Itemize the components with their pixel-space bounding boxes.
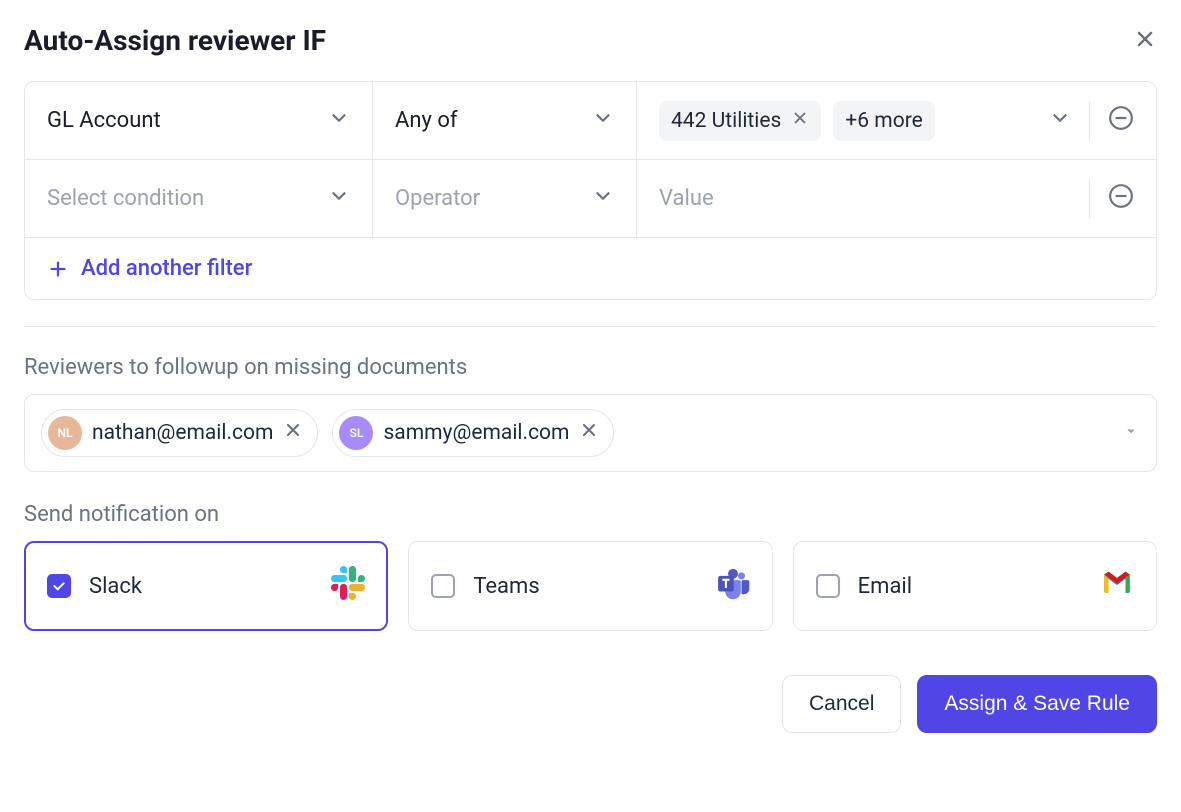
chevron-down-icon [592,185,614,213]
chip-remove-icon[interactable] [579,420,599,446]
add-filter-button[interactable]: Add another filter [25,238,1156,299]
reviewers-input[interactable]: NL nathan@email.com SL sammy@email.com [24,394,1157,472]
chevron-down-icon [592,107,614,135]
divider [1089,101,1090,141]
filter-row: GL Account Any of 442 Utilities +6 more [25,82,1156,160]
chevron-down-icon [328,185,350,213]
operator-select[interactable]: Operator [373,160,637,237]
save-button[interactable]: Assign & Save Rule [917,675,1157,733]
section-divider [24,326,1157,327]
chip-remove-icon[interactable] [283,420,303,446]
filter-row: Select condition Operator Value [25,160,1156,238]
condition-select[interactable]: Select condition [25,160,373,237]
filter-table: GL Account Any of 442 Utilities +6 more [24,81,1157,300]
value-placeholder: Value [659,186,714,211]
notify-option-label: Slack [89,574,142,599]
more-chip[interactable]: +6 more [833,101,934,141]
reviewer-chip-list: NL nathan@email.com SL sammy@email.com [41,409,614,457]
value-cell[interactable]: Value [637,160,1156,237]
remove-row-icon[interactable] [1108,105,1134,137]
notify-option-label: Email [858,574,912,599]
slack-icon [331,566,365,606]
notify-label: Send notification on [24,502,1157,527]
reviewer-email: nathan@email.com [92,421,273,445]
value-cell[interactable]: 442 Utilities +6 more [637,82,1156,159]
gmail-icon [1100,566,1134,606]
more-chip-label: +6 more [845,109,922,133]
operator-placeholder: Operator [395,186,480,211]
add-filter-label: Add another filter [81,256,252,281]
chevron-down-icon [328,107,350,135]
value-chip-label: 442 Utilities [671,109,781,133]
reviewers-label: Reviewers to followup on missing documen… [24,355,1157,380]
value-chip[interactable]: 442 Utilities [659,101,821,141]
reviewer-chip[interactable]: NL nathan@email.com [41,409,318,457]
operator-value: Any of [395,108,458,133]
condition-select[interactable]: GL Account [25,82,373,159]
plus-icon [47,258,69,280]
operator-select[interactable]: Any of [373,82,637,159]
notify-option-label: Teams [473,574,539,599]
chevron-down-icon[interactable] [1049,107,1071,135]
caret-down-icon[interactable] [1122,422,1140,444]
remove-row-icon[interactable] [1108,183,1134,215]
notify-option-email[interactable]: Email [793,541,1157,631]
close-icon[interactable] [1133,27,1157,55]
notify-option-teams[interactable]: Teams [408,541,772,631]
checkbox-unchecked-icon [816,574,840,598]
chip-remove-icon[interactable] [791,109,809,133]
avatar: SL [339,416,373,450]
reviewer-email: sammy@email.com [383,421,569,445]
divider [1089,179,1090,219]
teams-icon [716,566,750,606]
dialog-title: Auto-Assign reviewer IF [24,24,326,57]
checkbox-checked-icon [47,574,71,598]
condition-value: GL Account [47,108,161,133]
avatar: NL [48,416,82,450]
notify-option-slack[interactable]: Slack [24,541,388,631]
reviewer-chip[interactable]: SL sammy@email.com [332,409,614,457]
condition-placeholder: Select condition [47,186,204,211]
checkbox-unchecked-icon [431,574,455,598]
cancel-button[interactable]: Cancel [782,675,901,733]
